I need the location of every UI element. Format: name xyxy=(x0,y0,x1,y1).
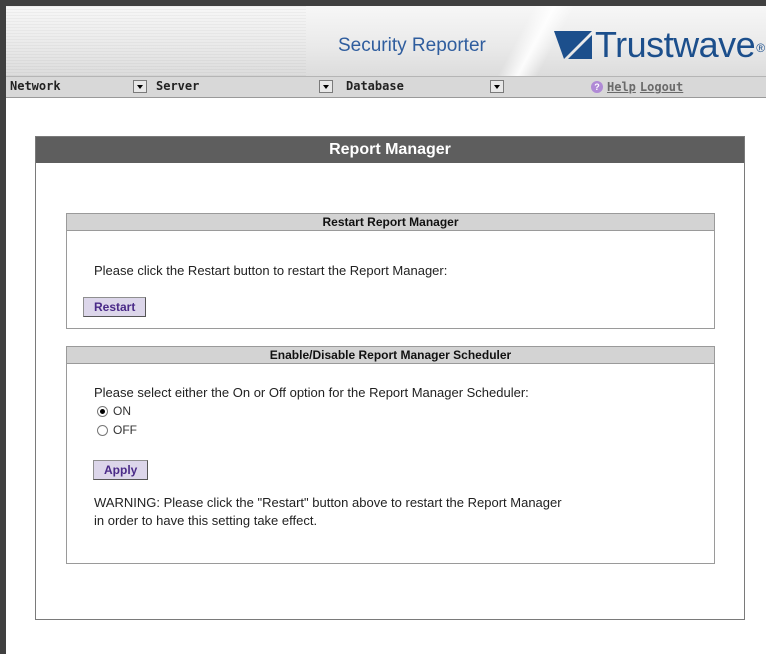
brand-trademark: ® xyxy=(756,41,766,55)
warning-line-2: in order to have this setting take effec… xyxy=(94,513,318,528)
app-title: Security Reporter xyxy=(338,35,486,56)
brand-logo: Trustwave ® xyxy=(554,25,765,65)
menu-network[interactable]: Network xyxy=(10,79,61,95)
radio-off[interactable] xyxy=(97,424,108,436)
radio-off-row[interactable]: OFF xyxy=(97,423,137,437)
database-dropdown-icon[interactable] xyxy=(490,80,504,93)
server-dropdown-icon[interactable] xyxy=(319,80,333,93)
help-icon[interactable]: ? xyxy=(591,81,603,93)
help-logout-area: ? Help Logout xyxy=(591,80,683,94)
restart-button[interactable]: Restart xyxy=(83,297,147,317)
scheduler-instruction: Please select either the On or Off optio… xyxy=(94,385,529,400)
app-header: Security Reporter Trustwave ® xyxy=(6,6,766,76)
radio-on[interactable] xyxy=(97,405,108,417)
radio-on-row[interactable]: ON xyxy=(97,404,131,418)
panel-title: Report Manager xyxy=(36,137,744,163)
browser-window: Security Reporter Trustwave ® Network Se… xyxy=(0,0,766,654)
network-dropdown-icon[interactable] xyxy=(133,80,147,93)
scheduler-section: Enable/Disable Report Manager Scheduler … xyxy=(66,346,715,564)
restart-section: Restart Report Manager Please click the … xyxy=(66,213,715,329)
logout-link[interactable]: Logout xyxy=(640,80,683,94)
scheduler-section-title: Enable/Disable Report Manager Scheduler xyxy=(67,347,714,364)
radio-off-label: OFF xyxy=(113,423,137,437)
report-manager-panel: Report Manager Restart Report Manager Pl… xyxy=(35,136,745,620)
restart-section-title: Restart Report Manager xyxy=(67,214,714,231)
trustwave-logo-icon xyxy=(554,30,592,60)
radio-on-label: ON xyxy=(113,404,131,418)
menu-bar: Network Server Database ? Help Logout xyxy=(6,76,766,98)
menu-server[interactable]: Server xyxy=(156,79,199,95)
menu-database[interactable]: Database xyxy=(346,79,404,95)
brand-name: Trustwave xyxy=(595,24,756,65)
restart-instruction: Please click the Restart button to resta… xyxy=(94,263,448,278)
help-link[interactable]: Help xyxy=(607,80,636,94)
header-texture xyxy=(6,6,306,76)
warning-line-1: WARNING: Please click the "Restart" butt… xyxy=(94,495,562,510)
apply-button[interactable]: Apply xyxy=(93,460,149,480)
